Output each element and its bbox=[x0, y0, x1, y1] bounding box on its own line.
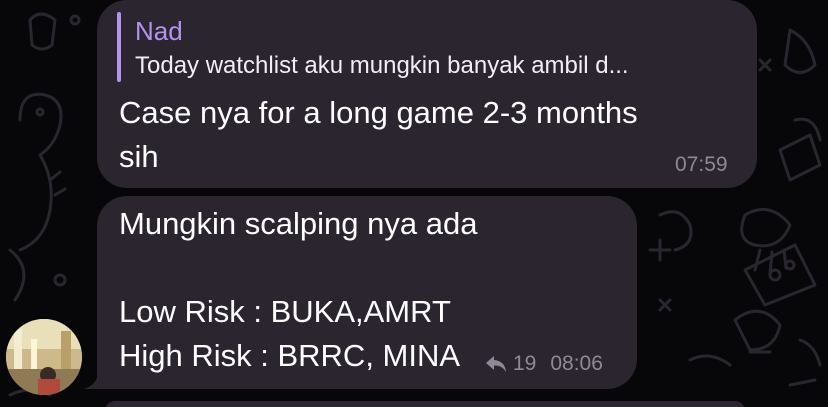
reply-arrow-icon bbox=[486, 356, 506, 372]
message-bubble[interactable]: Nad Today watchlist aku mungkin banyak a… bbox=[97, 0, 757, 188]
message-bubble-partial[interactable] bbox=[105, 401, 745, 407]
reply-author: Nad bbox=[135, 16, 183, 46]
message-bubble[interactable]: Mungkin scalping nya ada Low Risk : BUKA… bbox=[97, 196, 637, 389]
message-text-line: Mungkin scalping nya ada bbox=[119, 206, 478, 241]
message-time: 07:59 bbox=[675, 153, 728, 176]
message-text-line: sih bbox=[119, 139, 159, 174]
message-meta[interactable]: 19 08:06 bbox=[485, 351, 603, 377]
reply-quote[interactable]: Nad Today watchlist aku mungkin banyak a… bbox=[117, 12, 737, 84]
message-time: 08:06 bbox=[550, 352, 603, 375]
message-text-line: Low Risk : BUKA,AMRT bbox=[119, 294, 451, 329]
chat-view: Nad Today watchlist aku mungkin banyak a… bbox=[0, 0, 828, 407]
reply-accent-bar bbox=[117, 12, 121, 82]
message-text-line: Case nya for a long game 2-3 months bbox=[119, 95, 638, 130]
avatar[interactable] bbox=[6, 319, 82, 395]
avatar-image bbox=[6, 319, 82, 395]
reply-preview: Today watchlist aku mungkin banyak ambil… bbox=[135, 52, 629, 79]
message-text-line: High Risk : BRRC, MINA bbox=[119, 338, 461, 373]
reply-count: 19 bbox=[513, 352, 537, 375]
